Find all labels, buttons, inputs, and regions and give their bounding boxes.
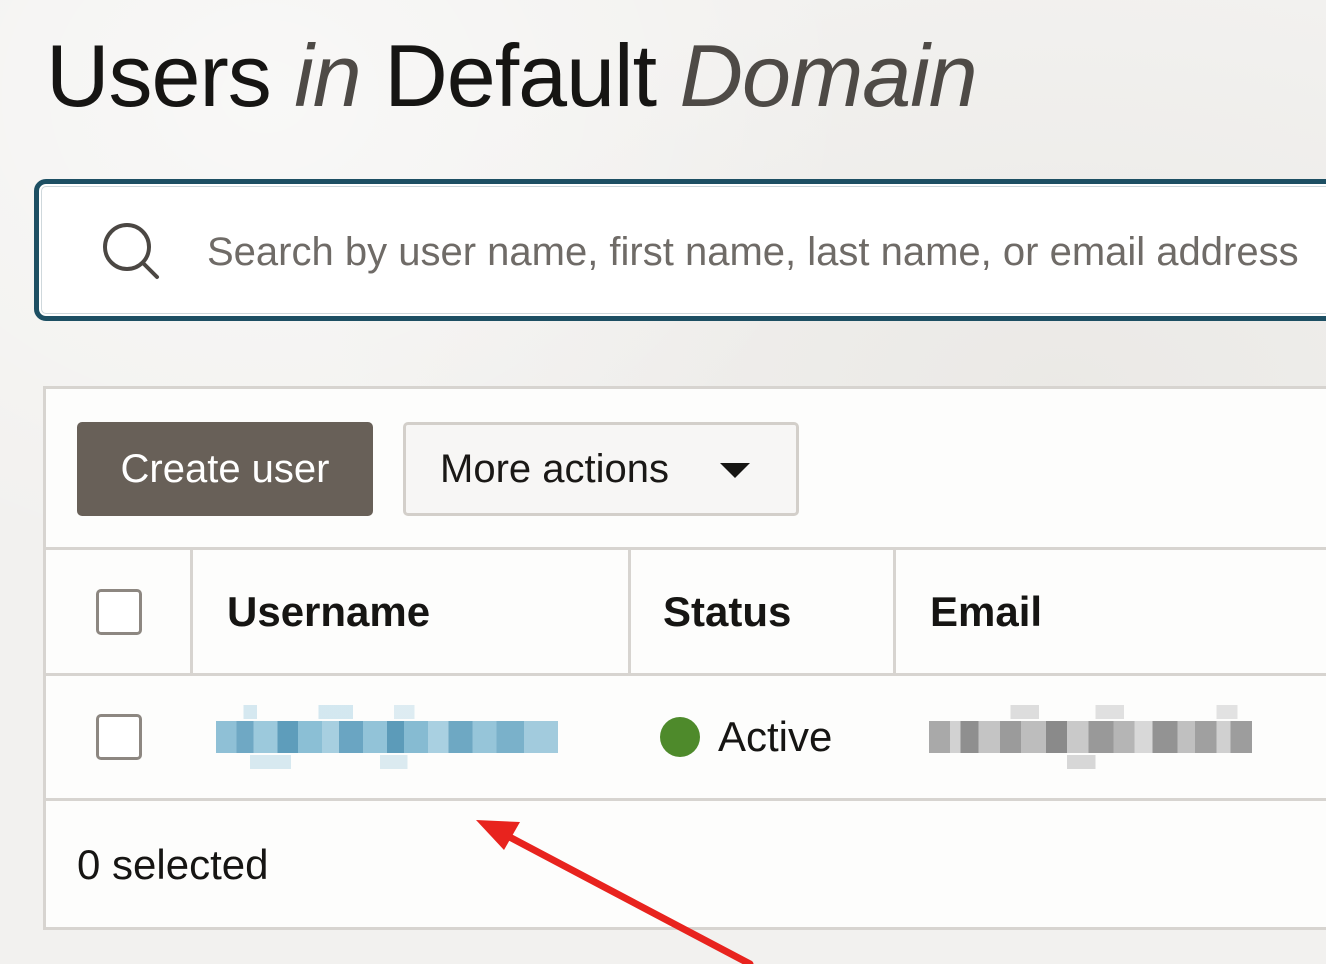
page-title: Users in Default Domain <box>46 26 978 126</box>
users-panel: Create user More actions Username Status… <box>43 386 1326 930</box>
search-box[interactable] <box>34 179 1326 321</box>
users-table: Username Status Email Active <box>46 547 1326 801</box>
table-header-row: Username Status Email <box>46 547 1326 673</box>
row-checkbox-cell <box>46 676 191 798</box>
search-icon <box>103 223 159 279</box>
title-default: Default <box>384 26 657 125</box>
status-cell: Active <box>628 676 894 798</box>
email-redacted <box>911 705 1266 769</box>
row-checkbox[interactable] <box>95 714 142 760</box>
header-checkbox-cell <box>46 550 191 673</box>
column-header-email-label: Email <box>930 587 1043 635</box>
column-header-email[interactable]: Email <box>893 550 1326 673</box>
more-actions-button[interactable]: More actions <box>403 422 799 516</box>
column-header-username-label: Username <box>227 587 431 635</box>
chevron-down-icon <box>720 463 750 478</box>
username-link-redacted[interactable] <box>216 705 558 769</box>
search-input[interactable] <box>207 209 1326 295</box>
email-cell <box>893 676 1326 798</box>
username-cell <box>190 676 628 798</box>
column-header-status[interactable]: Status <box>628 550 894 673</box>
more-actions-label: More actions <box>440 446 669 491</box>
column-header-username[interactable]: Username <box>190 550 628 673</box>
select-all-checkbox[interactable] <box>95 588 142 635</box>
table-row: Active <box>46 673 1326 801</box>
create-user-button[interactable]: Create user <box>77 422 373 516</box>
status-dot-icon <box>660 717 700 757</box>
status-text: Active <box>718 713 833 760</box>
title-in: in <box>294 26 361 125</box>
title-users: Users <box>46 26 272 125</box>
title-domain: Domain <box>679 26 977 125</box>
selected-count: 0 selected <box>77 841 269 888</box>
column-header-status-label: Status <box>663 587 792 635</box>
